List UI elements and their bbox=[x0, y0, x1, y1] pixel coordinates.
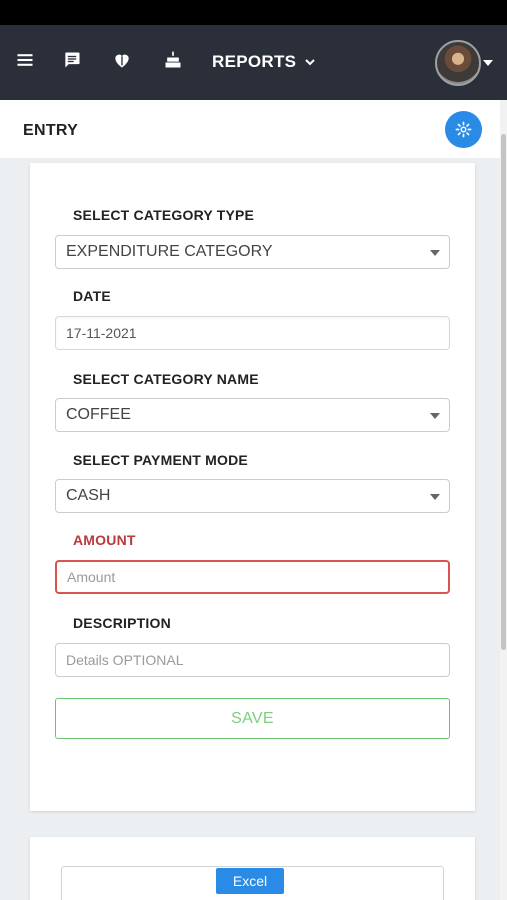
category-name-label: SELECT CATEGORY NAME bbox=[73, 371, 259, 387]
payment-mode-value: CASH bbox=[66, 487, 111, 504]
dropdown-arrow-icon bbox=[430, 413, 440, 419]
avatar[interactable] bbox=[435, 40, 481, 86]
payment-mode-select[interactable]: CASH bbox=[55, 479, 450, 513]
chat-icon[interactable] bbox=[61, 49, 83, 71]
page-title: ENTRY bbox=[23, 122, 79, 139]
menu-icon[interactable] bbox=[14, 49, 36, 71]
date-label: DATE bbox=[73, 288, 111, 304]
payment-mode-label: SELECT PAYMENT MODE bbox=[73, 452, 248, 468]
heart-icon[interactable] bbox=[111, 49, 133, 71]
category-type-label: SELECT CATEGORY TYPE bbox=[73, 207, 255, 223]
page-header: ENTRY bbox=[0, 100, 500, 158]
description-input[interactable]: Details OPTIONAL bbox=[55, 643, 450, 677]
caret-down-icon[interactable] bbox=[483, 60, 493, 66]
settings-button[interactable] bbox=[445, 111, 482, 148]
date-value: 17-11-2021 bbox=[66, 325, 137, 341]
category-name-value: COFFEE bbox=[66, 406, 131, 423]
dropdown-arrow-icon bbox=[430, 250, 440, 256]
status-bar bbox=[0, 0, 507, 25]
amount-input[interactable]: Amount bbox=[55, 560, 450, 594]
amount-label: AMOUNT bbox=[73, 532, 136, 548]
category-type-value: EXPENDITURE CATEGORY bbox=[66, 243, 273, 260]
cake-icon[interactable] bbox=[162, 49, 184, 71]
gear-icon bbox=[455, 121, 472, 138]
category-name-select[interactable]: COFFEE bbox=[55, 398, 450, 432]
category-type-select[interactable]: EXPENDITURE CATEGORY bbox=[55, 235, 450, 269]
entry-form-card: SELECT CATEGORY TYPE EXPENDITURE CATEGOR… bbox=[30, 163, 475, 811]
scrollbar-thumb[interactable] bbox=[501, 134, 506, 650]
description-placeholder: Details OPTIONAL bbox=[66, 652, 184, 668]
report-card: Excel bbox=[30, 837, 475, 900]
chevron-down-icon bbox=[305, 59, 315, 66]
excel-export-button[interactable]: Excel bbox=[216, 868, 284, 894]
dropdown-arrow-icon bbox=[430, 494, 440, 500]
reports-label: REPORTS bbox=[212, 52, 297, 71]
description-label: DESCRIPTION bbox=[73, 615, 171, 631]
save-button[interactable]: SAVE bbox=[55, 698, 450, 739]
top-navbar: REPORTS bbox=[0, 25, 507, 100]
amount-placeholder: Amount bbox=[67, 569, 116, 585]
scrollbar[interactable] bbox=[500, 100, 507, 900]
reports-menu[interactable]: REPORTS bbox=[212, 52, 316, 72]
date-field[interactable]: 17-11-2021 bbox=[55, 316, 450, 350]
